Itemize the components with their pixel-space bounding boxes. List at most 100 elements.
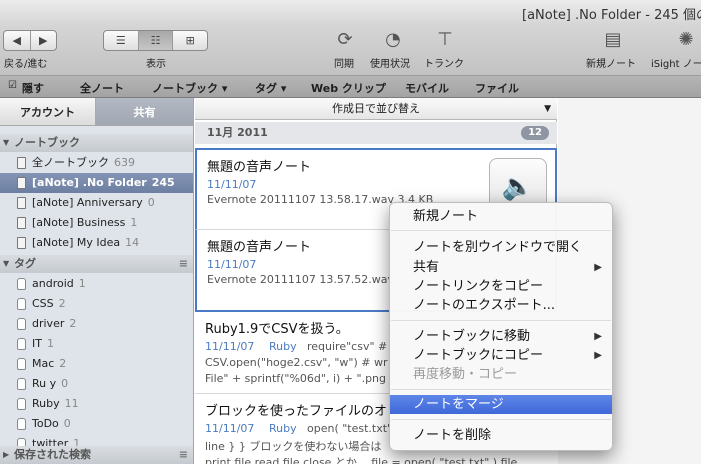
note-tag: Ruby — [269, 340, 297, 353]
stacked-notebooks-icon — [17, 157, 26, 169]
tag-section-header[interactable]: ▼ タグ ≡ — [0, 255, 193, 273]
filter-mobile[interactable]: モバイル — [405, 80, 449, 96]
notebook-icon — [17, 197, 26, 209]
back-forward-label: 戻る/進む — [4, 59, 48, 70]
menu-item-merge-notes[interactable]: ノートをマージ — [390, 395, 612, 414]
tag-icon — [17, 338, 26, 350]
view-label: 表示 — [146, 59, 166, 70]
menu-item-move-to-notebook[interactable]: ノートブックに移動 ▶ — [390, 327, 612, 346]
sort-header[interactable]: 作成日で並び替え ▼ — [195, 98, 557, 120]
tag-item[interactable]: CSS 2 — [0, 294, 193, 314]
usage-label[interactable]: 使用状況 — [370, 55, 410, 70]
menu-item-export-note[interactable]: ノートのエクスポート... — [390, 296, 612, 315]
notebook-item-selected[interactable]: [aNote] .No Folder 245 — [0, 173, 193, 193]
window-title: [aNote] .No Folder - 245 個の — [522, 8, 701, 23]
notebook-icon — [17, 177, 26, 189]
saved-search-section-header[interactable]: ▶ 保存された検索 ≡ — [0, 446, 193, 464]
tag-item[interactable]: android 1 — [0, 274, 193, 294]
list-options-icon[interactable]: ≡ — [179, 446, 188, 464]
filter-web-clip[interactable]: Web クリップ — [311, 80, 386, 96]
notebook-icon — [17, 237, 26, 249]
hide-checkbox-icon[interactable]: ☑ — [8, 80, 17, 91]
isight-note-label[interactable]: iSight ノー — [651, 55, 701, 70]
note-title: ブロックを使ったファイルのオ — [205, 404, 388, 419]
tag-icon — [17, 278, 26, 290]
notebook-item[interactable]: [aNote] Business 1 — [0, 213, 193, 233]
tag-icon — [17, 318, 26, 330]
tag-item[interactable]: Mac 2 — [0, 354, 193, 374]
sync-icon[interactable]: ⟳ — [332, 28, 358, 50]
note-date: 11/11/07 — [205, 340, 255, 353]
dropdown-arrow-icon[interactable]: ▼ — [544, 98, 551, 120]
tag-icon — [17, 298, 26, 310]
tag-icon — [17, 378, 26, 390]
tag-item[interactable]: driver 2 — [0, 314, 193, 334]
note-date: 11/11/07 — [207, 178, 257, 191]
note-snippet: Evernote 20111107 13.57.52.wav — [207, 273, 395, 286]
note-snippet: CSV.open("hoge2.csv", "w") # wr — [205, 356, 388, 369]
menu-item-copy-note-link[interactable]: ノートリンクをコピー — [390, 277, 612, 296]
tag-icon — [17, 438, 26, 446]
note-date: 11/11/07 — [205, 422, 255, 435]
sync-label[interactable]: 同期 — [334, 55, 354, 70]
filter-hide[interactable]: 隠す — [22, 80, 44, 96]
menu-separator — [391, 230, 611, 231]
tag-item[interactable]: Ru y0 — [0, 374, 193, 394]
note-snippet: print file.read file.close とか、 file = op… — [205, 456, 521, 464]
menu-separator — [391, 419, 611, 420]
trunk-icon[interactable]: ⊤ — [432, 28, 458, 50]
filter-all-notes[interactable]: 全ノート — [80, 80, 124, 96]
note-title: 無題の音声ノート — [207, 240, 312, 255]
disclosure-triangle-icon[interactable]: ▼ — [3, 255, 9, 273]
notebook-item[interactable]: 全ノートブック 639 — [0, 153, 193, 173]
usage-pie-icon[interactable]: ◔ — [380, 28, 406, 50]
tab-shared[interactable]: 共有 — [96, 98, 193, 126]
filter-notebook[interactable]: ノートブック ▾ — [152, 80, 227, 96]
submenu-arrow-icon: ▶ — [594, 262, 602, 273]
tag-icon — [17, 398, 26, 410]
menu-item-copy-to-notebook[interactable]: ノートブックにコピー ▶ — [390, 346, 612, 365]
back-forward-control: ◀ ▶ — [3, 30, 57, 51]
filter-bar: ☑ 隠す 全ノート ノートブック ▾ タグ ▾ Web クリップ モバイル ファ… — [0, 76, 701, 98]
menu-item-share[interactable]: 共有 ▶ — [390, 258, 612, 277]
notebook-section-header[interactable]: ▼ ノートブック — [0, 134, 193, 152]
notebook-item[interactable]: [aNote] My Idea 14 — [0, 233, 193, 253]
disclosure-triangle-icon[interactable]: ▶ — [3, 446, 9, 464]
new-note-label[interactable]: 新規ノート — [586, 55, 636, 70]
note-snippet: open( "test.txt" — [307, 422, 393, 435]
notebook-icon — [17, 217, 26, 229]
tag-item[interactable]: IT 1 — [0, 334, 193, 354]
note-snippet: require"csv" # — [307, 340, 388, 353]
tag-item[interactable]: Ruby 11 — [0, 394, 193, 414]
tab-account[interactable]: アカウント — [0, 98, 96, 126]
filter-tag[interactable]: タグ ▾ — [255, 80, 286, 96]
camera-aperture-icon[interactable]: ✺ — [673, 28, 699, 50]
trunk-label[interactable]: トランク — [424, 55, 464, 70]
note-title: Ruby1.9でCSVを扱う。 — [205, 322, 349, 337]
list-options-icon[interactable]: ≡ — [179, 255, 188, 273]
notebook-item[interactable]: [aNote] Anniversary 0 — [0, 193, 193, 213]
note-snippet: line } } ブロックを使わない場合は — [205, 440, 382, 453]
submenu-arrow-icon: ▶ — [594, 350, 602, 361]
menu-separator — [391, 320, 611, 321]
disclosure-triangle-icon[interactable]: ▼ — [3, 134, 9, 152]
card-view-icon[interactable]: ⊞ — [173, 31, 207, 50]
new-note-icon[interactable]: ▤ — [600, 28, 626, 50]
tag-item[interactable]: twitter 1 — [0, 434, 193, 446]
toolbar: ◀ ▶ 戻る/進む ☰ ☷ ⊞ 表示 ⟳ 同期 ◔ 使用状況 ⊤ トランク ▤ … — [0, 24, 701, 76]
filter-file[interactable]: ファイル — [475, 80, 519, 96]
tag-item[interactable]: ToDo 0 — [0, 414, 193, 434]
back-arrow-icon[interactable]: ◀ — [4, 31, 31, 50]
menu-item-new-note[interactable]: 新規ノート — [390, 207, 612, 226]
sidebar: アカウント 共有 ▼ ノートブック 全ノートブック 639 [aNote] .No… — [0, 98, 194, 464]
menu-item-open-in-window[interactable]: ノートを別ウインドウで開く — [390, 238, 612, 257]
menu-separator — [391, 389, 611, 390]
snippet-view-icon[interactable]: ☷ — [138, 31, 174, 50]
forward-arrow-icon[interactable]: ▶ — [31, 31, 57, 50]
context-menu: 新規ノート ノートを別ウインドウで開く 共有 ▶ ノートリンクをコピー ノートのエ… — [389, 202, 613, 451]
list-view-icon[interactable]: ☰ — [104, 31, 139, 50]
note-title: 無題の音声ノート — [207, 160, 312, 175]
month-group-header: 11月 2011 12 — [195, 122, 557, 144]
submenu-arrow-icon: ▶ — [594, 331, 602, 342]
menu-item-delete-note[interactable]: ノートを削除 — [390, 426, 612, 445]
